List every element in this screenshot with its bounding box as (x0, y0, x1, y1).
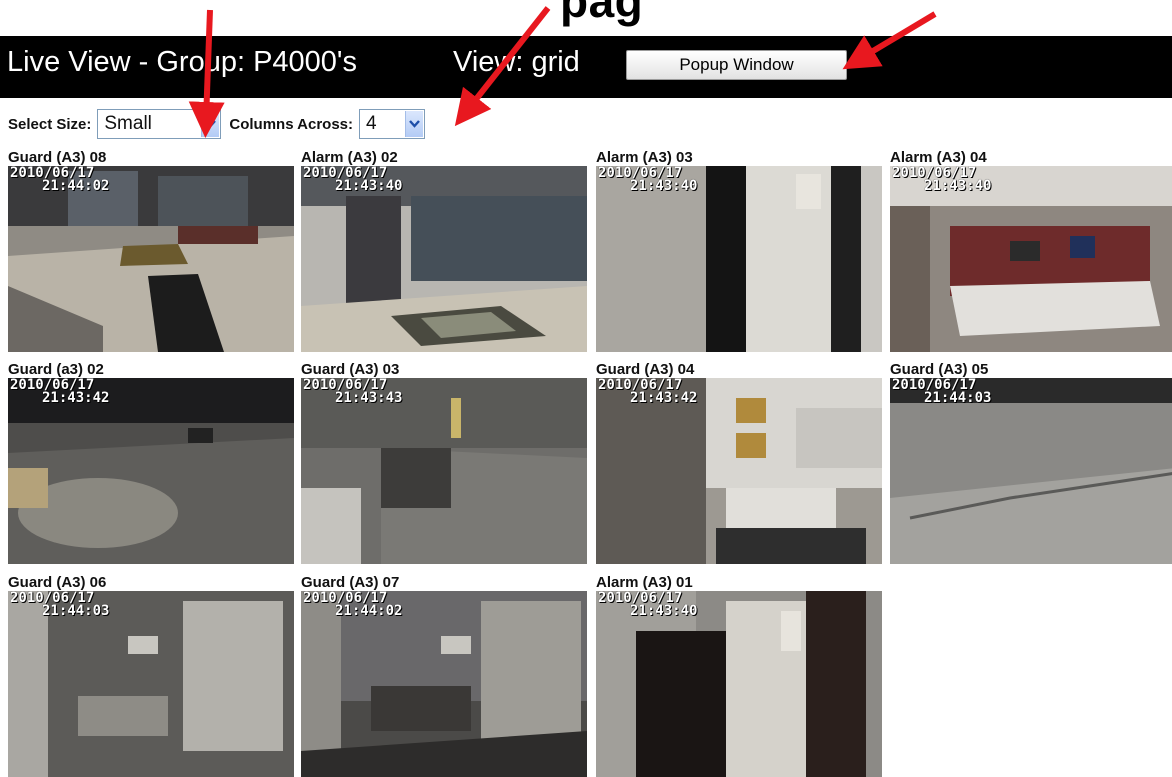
camera-timestamp: 2010/06/17 21:44:02 (301, 591, 404, 619)
camera-timestamp: 2010/06/17 21:44:03 (890, 378, 993, 406)
camera-label: Alarm (A3) 02 (301, 149, 398, 166)
timestamp-time: 21:43:40 (335, 178, 403, 194)
camera-feed[interactable]: 2010/06/17 21:44:02 (301, 591, 587, 777)
camera-feed[interactable]: 2010/06/17 21:43:42 (596, 378, 882, 564)
columns-select[interactable]: 4 (359, 109, 426, 139)
camera-label: Guard (A3) 08 (8, 149, 107, 166)
timestamp-time: 21:43:42 (630, 390, 698, 406)
timestamp-time: 21:44:02 (42, 178, 110, 194)
camera-label: Guard (A3) 04 (596, 361, 695, 378)
page-title: Live View - Group: P4000's (7, 46, 357, 78)
timestamp-time: 21:43:40 (630, 603, 698, 619)
timestamp-time: 21:43:40 (630, 178, 698, 194)
camera-feed[interactable]: 2010/06/17 21:43:40 (890, 166, 1172, 352)
camera-feed[interactable]: 2010/06/17 21:43:43 (301, 378, 587, 564)
size-select[interactable]: Small (97, 109, 222, 139)
camera-label: Alarm (A3) 01 (596, 574, 693, 591)
header-bar: Live View - Group: P4000's View: grid Po… (0, 36, 1172, 98)
timestamp-time: 21:44:03 (924, 390, 992, 406)
size-label: Select Size: (8, 115, 92, 133)
camera-timestamp: 2010/06/17 21:43:40 (890, 166, 993, 194)
camera-feed[interactable]: 2010/06/17 21:43:40 (596, 166, 882, 352)
controls-row: Select Size: Small Columns Across: 4 (8, 107, 426, 141)
size-select-value: Small (104, 113, 152, 134)
camera-feed[interactable]: 2010/06/17 21:43:40 (596, 591, 882, 777)
camera-timestamp: 2010/06/17 21:43:40 (596, 591, 699, 619)
camera-label: Guard (A3) 03 (301, 361, 400, 378)
camera-timestamp: 2010/06/17 21:43:42 (596, 378, 699, 406)
camera-timestamp: 2010/06/17 21:43:42 (8, 378, 111, 406)
camera-label: Guard (A3) 05 (890, 361, 989, 378)
camera-timestamp: 2010/06/17 21:44:02 (8, 166, 111, 194)
camera-feed[interactable]: 2010/06/17 21:44:02 (8, 166, 294, 352)
timestamp-time: 21:43:40 (924, 178, 992, 194)
camera-timestamp: 2010/06/17 21:43:40 (596, 166, 699, 194)
timestamp-time: 21:43:42 (42, 390, 110, 406)
camera-timestamp: 2010/06/17 21:43:40 (301, 166, 404, 194)
camera-timestamp: 2010/06/17 21:44:03 (8, 591, 111, 619)
timestamp-time: 21:44:02 (335, 603, 403, 619)
camera-label: Alarm (A3) 03 (596, 149, 693, 166)
camera-feed[interactable]: 2010/06/17 21:43:42 (8, 378, 294, 564)
camera-label: Guard (a3) 02 (8, 361, 104, 378)
timestamp-time: 21:44:03 (42, 603, 110, 619)
camera-label: Guard (A3) 06 (8, 574, 107, 591)
camera-feed[interactable]: 2010/06/17 21:43:40 (301, 166, 587, 352)
annotation-title-fragment: pag (560, 0, 644, 27)
camera-label: Guard (A3) 07 (301, 574, 400, 591)
camera-feed[interactable]: 2010/06/17 21:44:03 (8, 591, 294, 777)
view-mode-label: View: grid (453, 46, 580, 78)
popup-window-button[interactable]: Popup Window (626, 50, 847, 80)
columns-label: Columns Across: (229, 115, 354, 133)
chevron-down-icon[interactable] (201, 111, 220, 137)
columns-select-value: 4 (366, 113, 377, 134)
camera-timestamp: 2010/06/17 21:43:43 (301, 378, 404, 406)
camera-label: Alarm (A3) 04 (890, 149, 987, 166)
chevron-down-icon[interactable] (405, 111, 424, 137)
timestamp-time: 21:43:43 (335, 390, 403, 406)
camera-feed[interactable]: 2010/06/17 21:44:03 (890, 378, 1172, 564)
